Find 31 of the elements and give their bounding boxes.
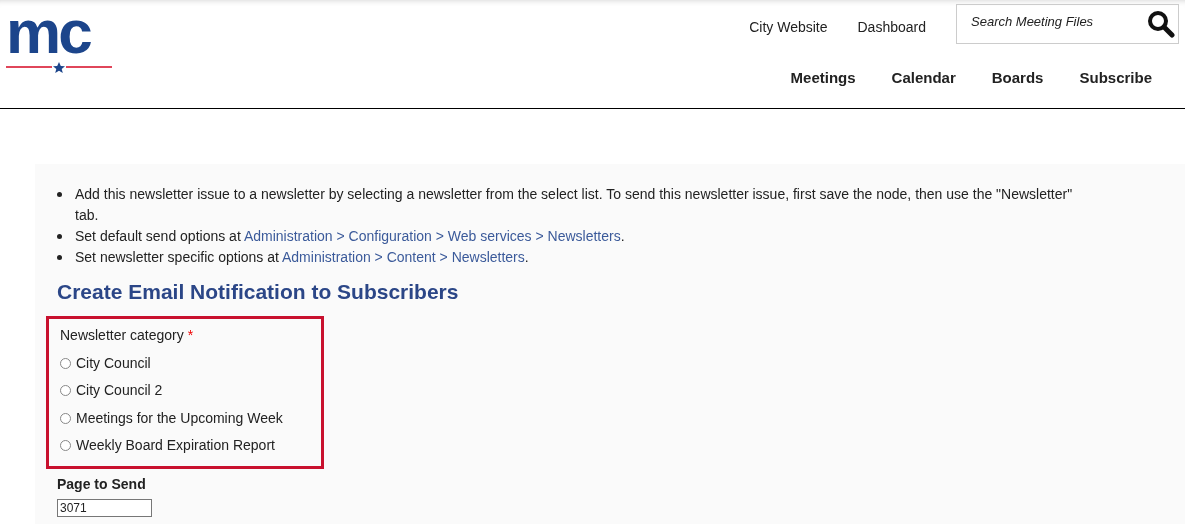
search-icon[interactable] bbox=[1147, 10, 1175, 38]
top-link[interactable]: City Website bbox=[749, 16, 828, 38]
settings-link[interactable]: Administration > Content > Newsletters bbox=[282, 249, 525, 265]
nav-link[interactable]: Subscribe bbox=[1079, 67, 1152, 90]
bullet-icon bbox=[57, 234, 62, 239]
field-label: Newsletter category bbox=[60, 325, 184, 345]
nav-link[interactable]: Calendar bbox=[891, 67, 956, 90]
radio-button[interactable] bbox=[60, 412, 71, 424]
radio-label[interactable]: Meetings for the Upcoming Week bbox=[76, 407, 283, 429]
radio-button[interactable] bbox=[60, 357, 71, 369]
radio-label[interactable]: Weekly Board Expiration Report bbox=[76, 435, 275, 457]
help-text: Set newsletter specific options at Administration > Content > Newsletters. bbox=[75, 248, 529, 267]
bullet-icon bbox=[57, 255, 62, 260]
page-heading: Create Email Notification to Subscribers bbox=[57, 279, 460, 305]
radio-button[interactable] bbox=[60, 440, 71, 452]
required-mark: * bbox=[187, 325, 194, 345]
radio-label[interactable]: City Council bbox=[76, 352, 151, 374]
radio-label[interactable]: City Council 2 bbox=[76, 380, 163, 402]
input-field[interactable]: 3071 bbox=[57, 498, 152, 517]
help-text: Set default send options at Administration > Configuration > Web services > Newsletters. bbox=[75, 227, 625, 246]
help-text: Add this newsletter issue to a newsletter by selecting a newsletter from the select list. To send this newsletter issue, first save the node, then use the "Newsletter" tab. bbox=[75, 185, 1074, 225]
nav-link[interactable]: Meetings bbox=[790, 67, 856, 90]
logo-text[interactable]: mc bbox=[6, 4, 90, 60]
nav-link[interactable]: Boards bbox=[991, 67, 1044, 90]
settings-link[interactable]: Administration > Configuration > Web services > Newsletters bbox=[243, 228, 621, 244]
field-label: Page to Send bbox=[57, 474, 147, 494]
logo-star-line-icon bbox=[6, 62, 112, 74]
top-link[interactable]: Dashboard bbox=[857, 16, 926, 38]
radio-button[interactable] bbox=[60, 385, 71, 397]
search-field[interactable]: Search Meeting Files bbox=[956, 4, 1179, 44]
bullet-icon bbox=[57, 192, 62, 197]
